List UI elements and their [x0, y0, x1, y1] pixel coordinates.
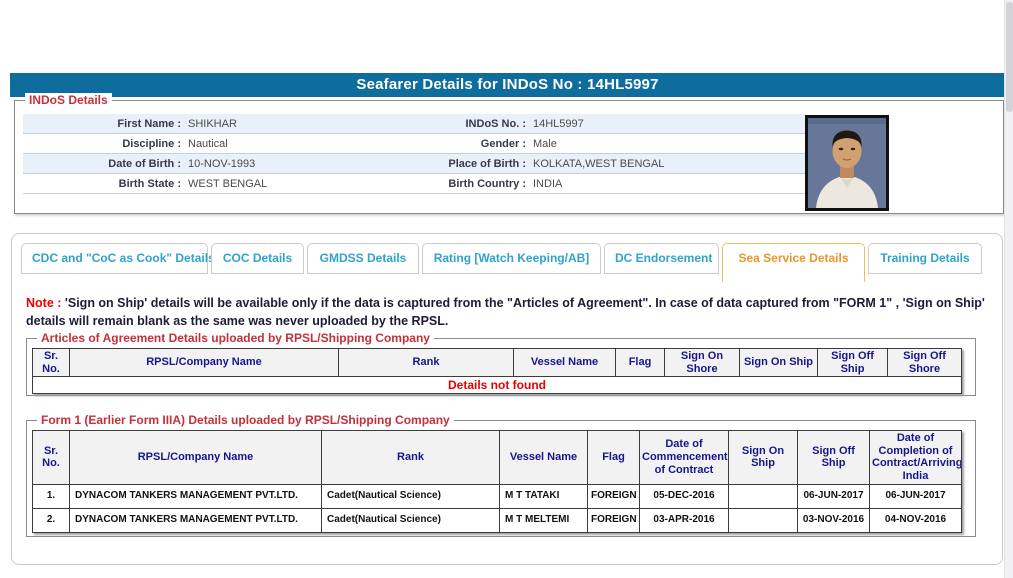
col-header-sr-no: Sr. No.: [32, 430, 70, 485]
flag: FOREIGN: [587, 483, 640, 509]
col-header-flag: Flag: [587, 430, 640, 485]
page-title: Seafarer Details for INDoS No : 14HL5997: [10, 73, 1005, 97]
indos-details-rows: First Name : SHIKHAR INDoS No. : 14HL5997 Di…: [23, 114, 805, 194]
sign-on-ship: [728, 483, 798, 509]
form1-header-row: Sr. No. RPSL/Company Name Rank Vessel Name F…: [32, 430, 962, 485]
form1-table: Sr. No. RPSL/Company Name Rank Vessel Name F…: [32, 430, 962, 533]
articles-header-row: Sr. No. RPSL/Company Name Rank Vessel Name F…: [32, 347, 962, 378]
tab-cdc-and-coc-as-cook-details[interactable]: CDC and "CoC as Cook" Details: [21, 243, 215, 274]
detail-row: Date of Birth : 10-NOV-1993 Place of Birth…: [23, 154, 805, 174]
portrait-image: [808, 118, 886, 208]
field-value-indos-no: 14HL5997: [533, 118, 584, 130]
table-row: 1. DYNACOM TANKERS MANAGEMENT PVT.LTD. Cad…: [32, 483, 962, 509]
field-label-birth-state: Birth State :: [118, 178, 181, 190]
sign-on-ship: [728, 507, 798, 533]
detail-row: Discipline : Nautical Gender : Male: [23, 134, 805, 154]
articles-legend: Articles of Agreement Details uploaded b…: [37, 331, 434, 345]
field-label-gender: Gender :: [480, 138, 526, 150]
col-header-date-of-commencement-of-contract: Date of Commencement of Contract: [639, 430, 729, 485]
articles-of-agreement-fieldset: Articles of Agreement Details uploaded b…: [26, 331, 976, 396]
field-label-first-name: First Name :: [117, 118, 181, 130]
indos-details-legend: INDoS Details: [25, 93, 112, 107]
note-text: Note : 'Sign on Ship' details will be av…: [26, 295, 988, 330]
detail-row: First Name : SHIKHAR INDoS No. : 14HL5997: [23, 114, 805, 134]
sign-off-ship: 03-NOV-2016: [797, 507, 870, 533]
col-header-sign-on-ship: Sign On Ship: [739, 347, 818, 378]
commencement-date: 05-DEC-2016: [639, 483, 729, 509]
col-header-vessel-name: Vessel Name: [513, 347, 616, 378]
sign-off-ship: 06-JUN-2017: [797, 483, 870, 509]
col-header-sign-on-shore: Sign On Shore: [664, 347, 740, 378]
col-header-rpsl-company-name: RPSL/Company Name: [69, 347, 339, 378]
field-label-discipline: Discipline :: [122, 138, 181, 150]
form1-table-body: 1. DYNACOM TANKERS MANAGEMENT PVT.LTD. Cad…: [32, 483, 962, 533]
articles-empty-row: Details not found: [32, 376, 962, 395]
field-value-gender: Male: [533, 138, 557, 150]
field-value-place-of-birth: KOLKATA,WEST BENGAL: [533, 158, 665, 170]
sr-no: 2.: [32, 507, 70, 533]
tab-coc-details[interactable]: COC Details: [211, 243, 304, 274]
field-value-birth-state: WEST BENGAL: [188, 178, 268, 190]
details-not-found-message: Details not found: [32, 376, 962, 395]
col-header-sign-on-ship: Sign On Ship: [728, 430, 798, 485]
col-header-flag: Flag: [615, 347, 665, 378]
flag: FOREIGN: [587, 507, 640, 533]
company-name: DYNACOM TANKERS MANAGEMENT PVT.LTD.: [69, 507, 322, 533]
field-label-place-of-birth: Place of Birth :: [448, 158, 526, 170]
col-header-rpsl-company-name: RPSL/Company Name: [69, 430, 322, 485]
tab-rating-watch-keeping-ab[interactable]: Rating [Watch Keeping/AB]: [422, 243, 601, 274]
scrollbar-thumb[interactable]: [1006, 2, 1013, 112]
col-header-sr-no: Sr. No.: [32, 347, 70, 378]
form1-legend: Form 1 (Earlier Form IIIA) Details uploa…: [37, 413, 454, 427]
field-value-discipline: Nautical: [188, 138, 228, 150]
col-header-sign-off-ship: Sign Off Ship: [797, 430, 870, 485]
table-row: 2. DYNACOM TANKERS MANAGEMENT PVT.LTD. Cad…: [32, 507, 962, 533]
detail-row: Birth State : WEST BENGAL Birth Country : I…: [23, 174, 805, 194]
vessel-name: M T TATAKI: [499, 483, 588, 509]
rank: Cadet(Nautical Science): [321, 507, 500, 533]
completion-date: 04-NOV-2016: [869, 507, 962, 533]
tab-dc-endorsement[interactable]: DC Endorsement: [604, 243, 719, 274]
sr-no: 1.: [32, 483, 70, 509]
tab-training-details[interactable]: Training Details: [868, 243, 982, 274]
field-label-indos-no: INDoS No. :: [465, 118, 527, 130]
indos-details-fieldset: INDoS Details First Name : SHIKHAR INDoS N…: [14, 93, 1004, 214]
form1-fieldset: Form 1 (Earlier Form IIIA) Details uploa…: [26, 413, 976, 537]
seafarer-photo: [805, 115, 889, 211]
field-label-date-of-birth: Date of Birth :: [108, 158, 181, 170]
note-body: 'Sign on Ship' details will be available…: [26, 296, 985, 328]
articles-of-agreement-table: Sr. No. RPSL/Company Name Rank Vessel Name F…: [32, 347, 962, 395]
col-header-sign-off-ship: Sign Off Ship: [817, 347, 888, 378]
rank: Cadet(Nautical Science): [321, 483, 500, 509]
col-header-sign-off-shore: Sign Off Shore: [887, 347, 962, 378]
vertical-scrollbar[interactable]: [1004, 0, 1013, 578]
commencement-date: 03-APR-2016: [639, 507, 729, 533]
tabs: CDC and "CoC as Cook" Details COC Details…: [21, 243, 982, 282]
company-name: DYNACOM TANKERS MANAGEMENT PVT.LTD.: [69, 483, 322, 509]
completion-date: 06-JUN-2017: [869, 483, 962, 509]
tab-gmdss-details[interactable]: GMDSS Details: [307, 243, 419, 274]
field-value-birth-country: INDIA: [533, 178, 563, 190]
note-prefix: Note :: [26, 296, 62, 310]
col-header-vessel-name: Vessel Name: [499, 430, 588, 485]
col-header-date-of-completion-of-contract-arriving-india: Date of Completion of Contract/Arriving …: [869, 430, 962, 485]
tab-content-panel: CDC and "CoC as Cook" Details COC Details…: [11, 233, 1003, 565]
tab-sea-service-details[interactable]: Sea Service Details: [722, 243, 865, 282]
col-header-rank: Rank: [338, 347, 514, 378]
field-value-first-name: SHIKHAR: [188, 118, 237, 130]
field-label-birth-country: Birth Country :: [448, 178, 526, 190]
col-header-rank: Rank: [321, 430, 500, 485]
vessel-name: M T MELTEMI: [499, 507, 588, 533]
field-value-date-of-birth: 10-NOV-1993: [188, 158, 256, 170]
